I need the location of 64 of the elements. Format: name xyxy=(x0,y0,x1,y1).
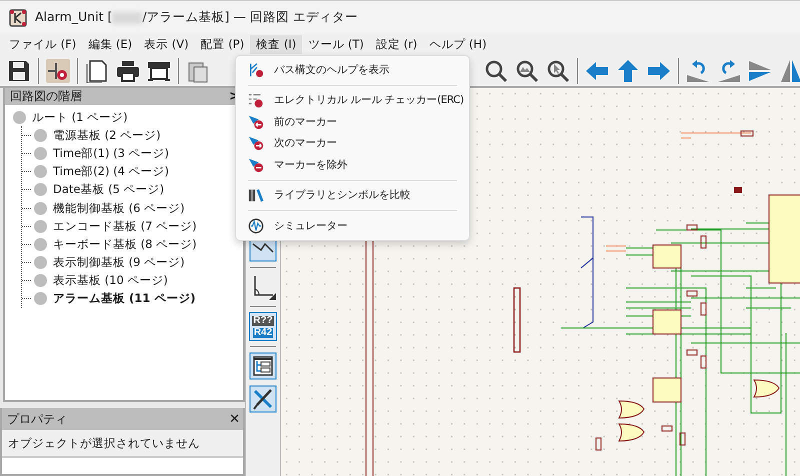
zoom-icon[interactable] xyxy=(484,58,508,82)
tree-item[interactable]: 表示基板 (10 ページ) xyxy=(53,273,168,288)
mirror-vertical-icon[interactable] xyxy=(748,58,772,82)
tree-item[interactable]: 電源基板 (2 ページ) xyxy=(53,128,161,143)
menu-item[interactable]: ヘルプ (H) xyxy=(423,35,493,54)
menu-item[interactable]: ライブラリとシンボルを比較 xyxy=(236,184,469,206)
menu-item[interactable]: ツール (T) xyxy=(302,35,370,54)
mirror-horizontal-icon[interactable] xyxy=(779,58,800,82)
hierarchy-navigator-icon[interactable] xyxy=(249,352,277,380)
bus-help-icon xyxy=(248,62,264,78)
sheet-dot-icon xyxy=(13,110,26,124)
tree-item[interactable]: 表示制御基板 (9 ページ) xyxy=(53,255,185,270)
menu-item[interactable]: 前のマーカー xyxy=(236,111,469,132)
printer-icon[interactable] xyxy=(116,58,140,82)
menu-item[interactable]: バス構文のヘルプを表示 xyxy=(236,59,469,80)
menu-item[interactable]: 設定 (r) xyxy=(370,35,424,54)
tree-item[interactable]: Time部(1) (3 ページ) xyxy=(53,146,170,161)
rotate-cw-icon[interactable] xyxy=(717,58,741,82)
sheet-dot-icon xyxy=(34,256,47,270)
menu-item[interactable]: 検査 (I) xyxy=(250,35,302,54)
zoom-selection-icon[interactable] xyxy=(546,58,570,82)
sheet-dot-icon xyxy=(34,274,47,288)
close-button[interactable]: ✕ xyxy=(229,412,240,426)
library-compare-icon xyxy=(248,187,264,204)
tools-icon[interactable] xyxy=(249,385,277,413)
tree-item[interactable]: 機能制御基板 (6 ページ) xyxy=(53,200,185,216)
menu-item[interactable]: 表示 (V) xyxy=(138,35,195,54)
sheet-dot-icon xyxy=(34,165,47,178)
tree-item[interactable]: アラーム基板 (11 ページ) xyxy=(53,291,196,306)
menu-item[interactable]: マーカーを除外 xyxy=(236,154,469,176)
sheet-dot-icon xyxy=(34,128,47,142)
sheet-dot-icon xyxy=(34,292,47,306)
exclude-marker-icon xyxy=(248,156,264,173)
annotate-button[interactable]: R?? R42 xyxy=(249,312,277,341)
rotate-ccw-icon[interactable] xyxy=(686,58,710,82)
properties-message: オブジェクトが選択されていません xyxy=(2,430,243,458)
tree-item[interactable]: Time部(2) (4 ページ) xyxy=(53,164,170,180)
sheet-dot-icon xyxy=(34,220,47,233)
save-icon[interactable] xyxy=(7,58,31,82)
previous-marker-icon xyxy=(248,114,264,130)
menu-item[interactable]: 編集 (E) xyxy=(82,35,138,54)
panel-title: 回路図の階層 xyxy=(10,88,82,105)
menu-item[interactable]: 配置 (P) xyxy=(194,35,250,54)
tree-item[interactable]: キーボード基板 (8 ページ) xyxy=(53,236,197,252)
simulator-icon xyxy=(248,218,264,234)
erc-icon xyxy=(248,92,264,108)
tree-item[interactable]: ルート (1 ページ) xyxy=(32,110,128,125)
arrow-up-icon[interactable] xyxy=(616,58,640,82)
menu-item[interactable]: 次のマーカー xyxy=(236,132,469,154)
window-title: Alarm_Unit [ /アラーム基板] — 回路図 エディター xyxy=(35,9,358,26)
page-icon[interactable] xyxy=(85,58,109,82)
sheet-dot-icon xyxy=(34,238,47,251)
zoom-fit-icon[interactable] xyxy=(515,58,539,82)
tree-item[interactable]: エンコード基板 (7 ページ) xyxy=(53,218,197,234)
menu-item[interactable]: シミュレーター xyxy=(236,215,469,236)
panel-title: プロパティ xyxy=(7,410,67,428)
sheet-dot-icon xyxy=(34,146,47,160)
next-marker-icon xyxy=(248,135,264,152)
sheet-dot-icon xyxy=(34,183,47,196)
menu-item[interactable]: ファイル (F) xyxy=(3,35,82,54)
menu-item[interactable]: エレクトリカル ルール チェッカー(ERC) xyxy=(236,90,469,111)
app-logo-icon xyxy=(9,8,27,26)
tree-item[interactable]: Date基板 (5 ページ) xyxy=(53,182,164,198)
sheet-dot-icon xyxy=(34,202,47,215)
